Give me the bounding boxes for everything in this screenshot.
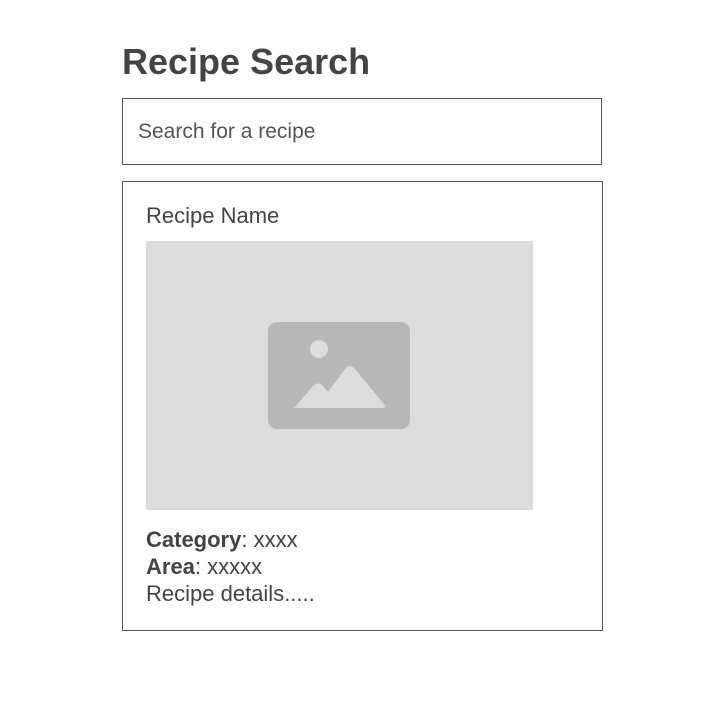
recipe-area: Area: xxxxx — [146, 554, 262, 580]
image-placeholder-icon — [268, 322, 410, 429]
category-label: Category — [146, 527, 242, 552]
area-value: : xxxxx — [194, 554, 263, 579]
recipe-category: Category: xxxx — [146, 527, 298, 553]
recipe-name: Recipe Name — [146, 203, 280, 228]
recipe-details: Recipe details..... — [146, 581, 315, 606]
recipe-image — [146, 241, 533, 510]
category-value: : xxxx — [241, 527, 298, 552]
search-box — [122, 98, 602, 165]
recipe-card: Recipe Name Category: xxxx Area: xxxxx R… — [122, 181, 603, 631]
area-label: Area — [146, 554, 195, 579]
page-title: Recipe Search — [122, 41, 371, 82]
search-input[interactable] — [123, 99, 601, 164]
